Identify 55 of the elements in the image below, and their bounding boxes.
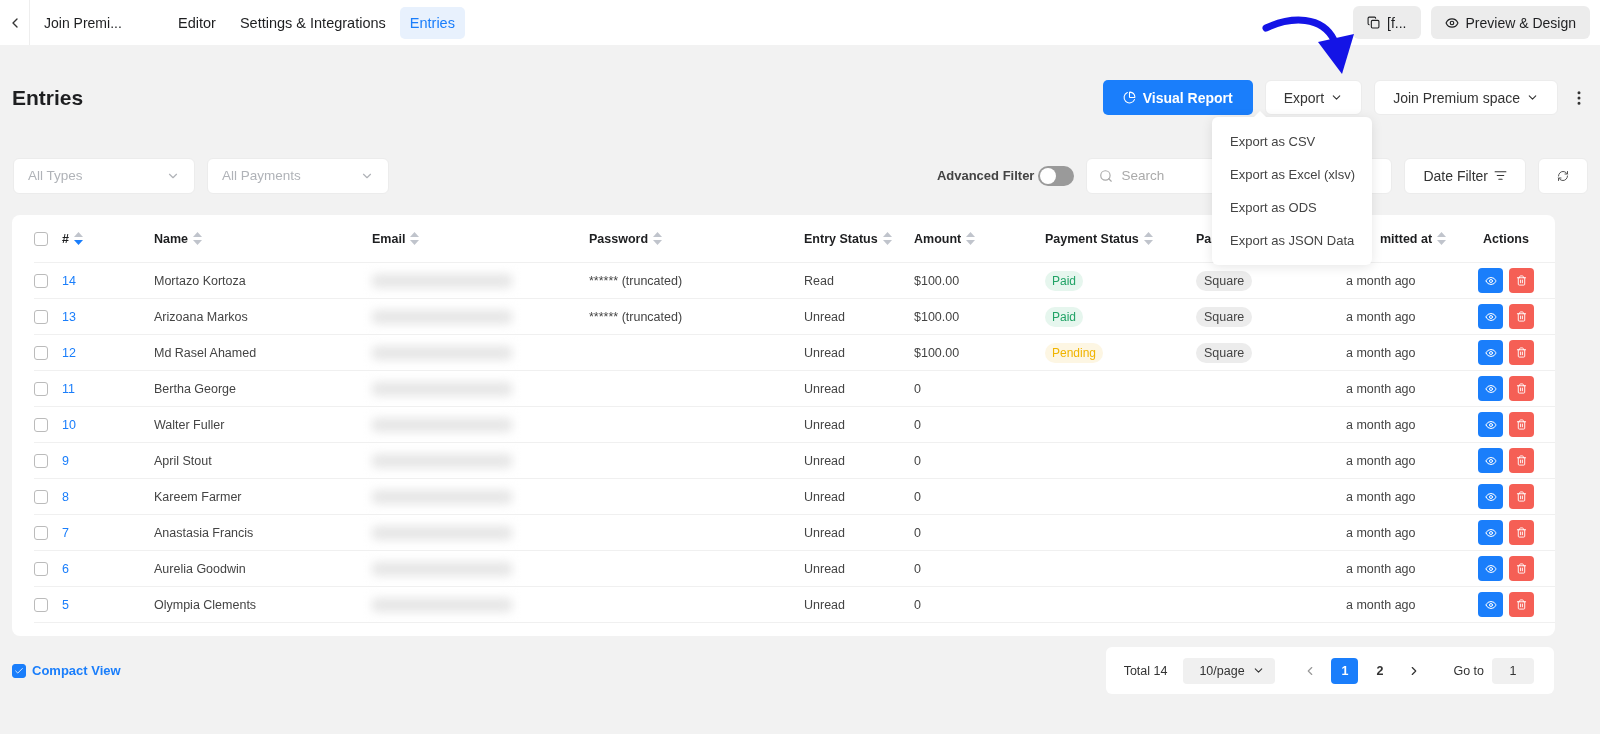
table-cell-text: a month ago xyxy=(1346,417,1417,432)
table-cell-text: Kareem Farmer xyxy=(154,489,243,504)
table-cell-text: 0 xyxy=(914,561,922,576)
table-cell-text: Unread xyxy=(804,561,846,576)
table-cell-text: April Stout xyxy=(154,453,213,468)
table-cell-text: 0 xyxy=(914,525,922,540)
table-cell-text: 0 xyxy=(914,381,922,396)
table-cell-text: a month ago xyxy=(1346,381,1417,396)
table-cell-text: Md Rasel Ahamed xyxy=(154,345,258,360)
page-title: Entries xyxy=(12,85,84,110)
table-cell-text: 0 xyxy=(914,489,922,504)
payment-status-badge: Paid xyxy=(1045,270,1084,291)
table-cell-text: Unread xyxy=(804,597,846,612)
payment-status-badge: Pending xyxy=(1045,342,1104,363)
column-header: Actions xyxy=(1483,231,1529,246)
table-cell-text: a month ago xyxy=(1346,309,1417,324)
goto-label: Go to xyxy=(1453,663,1484,678)
table-cell-text: $100.00 xyxy=(914,273,961,288)
table-cell-text: a month ago xyxy=(1346,525,1417,540)
column-header: Pa xyxy=(1196,231,1212,246)
table-cell-text: Aurelia Goodwin xyxy=(154,561,247,576)
table-cell-text: $100.00 xyxy=(914,309,961,324)
table-cell-text: 0 xyxy=(914,417,922,432)
table-cell-text: Unread xyxy=(804,345,846,360)
payment-status-badge: Paid xyxy=(1045,306,1084,327)
total-count: Total 14 xyxy=(1123,663,1168,678)
table-cell-text: a month ago xyxy=(1346,561,1417,576)
advanced-filter-label: Advanced Filter xyxy=(936,168,1035,183)
table-cell-text: ****** (truncated) xyxy=(589,273,684,288)
form-title: Join Premi... xyxy=(44,14,123,31)
payment-method-badge: Square xyxy=(1196,342,1253,363)
table-cell-text: 0 xyxy=(914,453,922,468)
table-cell-text: a month ago xyxy=(1346,345,1417,360)
table-cell-text: Mortazo Kortoza xyxy=(154,273,247,288)
table-cell-text: Walter Fuller xyxy=(154,417,226,432)
table-cell-text: Bertha George xyxy=(154,381,237,396)
table-cell-text: a month ago xyxy=(1346,273,1417,288)
table-cell-text: Unread xyxy=(804,381,846,396)
payment-method-badge: Square xyxy=(1196,306,1253,327)
table-cell-text: Unread xyxy=(804,489,846,504)
table-cell-text: Unread xyxy=(804,417,846,432)
payment-method-badge: Square xyxy=(1196,270,1253,291)
table-cell-text: Unread xyxy=(804,309,846,324)
table-cell-text: a month ago xyxy=(1346,597,1417,612)
table-cell-text: Unread xyxy=(804,453,846,468)
table-cell-text: Olympia Clements xyxy=(154,597,258,612)
table-cell-text: Arizoana Markos xyxy=(154,309,249,324)
table-cell-text: $100.00 xyxy=(914,345,961,360)
table-cell-text: Unread xyxy=(804,525,846,540)
table-cell-text: Anastasia Francis xyxy=(154,525,255,540)
table-cell-text: a month ago xyxy=(1346,453,1417,468)
table-cell-text: ****** (truncated) xyxy=(589,309,684,324)
table-cell-text: 0 xyxy=(914,597,922,612)
table-cell-text: a month ago xyxy=(1346,489,1417,504)
table-cell-text: Read xyxy=(804,273,835,288)
